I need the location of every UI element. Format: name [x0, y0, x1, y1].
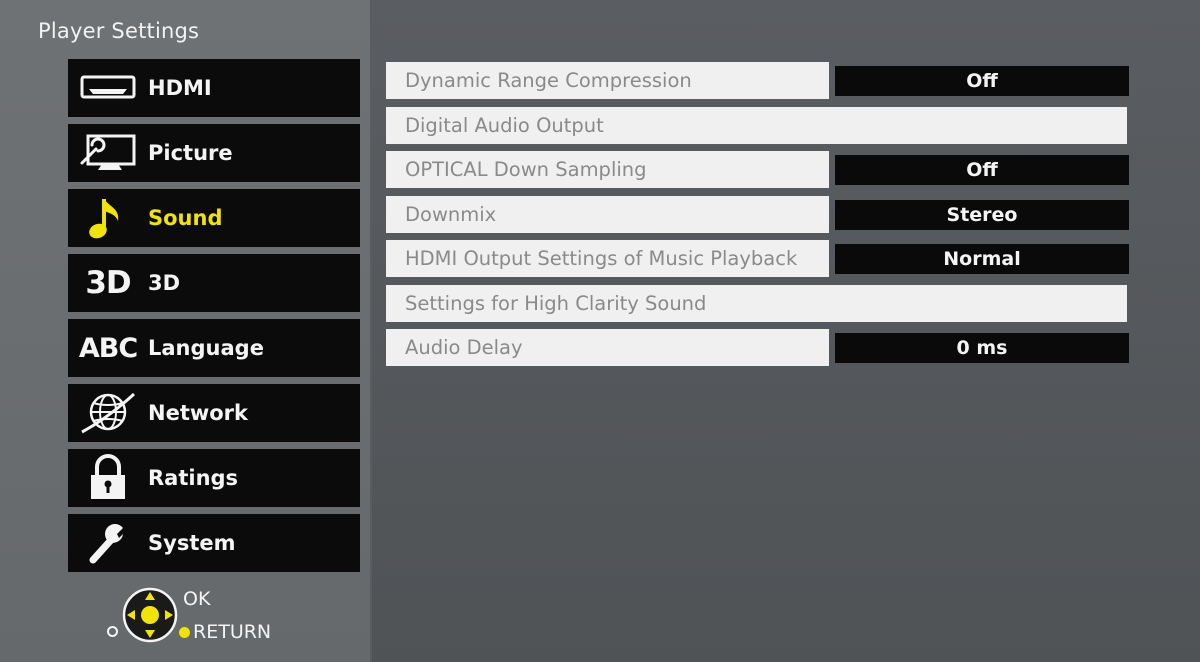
- setting-row-audio-delay[interactable]: Audio Delay 0 ms: [386, 329, 1131, 366]
- ok-hint-label: OK: [183, 588, 211, 610]
- setting-value[interactable]: Stereo: [835, 199, 1129, 230]
- setting-name: Audio Delay: [386, 329, 829, 366]
- language-icon: ABC: [78, 332, 138, 364]
- dpad-icon: [122, 587, 178, 643]
- menu-item-system[interactable]: System: [68, 514, 360, 572]
- setting-row-hdmi-output-music[interactable]: HDMI Output Settings of Music Playback N…: [386, 240, 1131, 277]
- settings-menu: HDMI Picture Sound 3D 3D ABC Language Ne…: [68, 59, 360, 579]
- music-note-icon: [68, 189, 148, 247]
- setting-row-high-clarity-sound[interactable]: Settings for High Clarity Sound: [386, 284, 1131, 322]
- setting-row-digital-audio-output[interactable]: Digital Audio Output: [386, 106, 1131, 144]
- menu-item-picture[interactable]: Picture: [68, 124, 360, 182]
- setting-row-dynamic-range-compression[interactable]: Dynamic Range Compression Off: [386, 62, 1131, 99]
- menu-item-label: System: [148, 531, 236, 555]
- setting-name: Digital Audio Output: [386, 106, 1127, 144]
- setting-value[interactable]: 0 ms: [835, 333, 1129, 363]
- setting-row-downmix[interactable]: Downmix Stereo: [386, 195, 1131, 233]
- picture-icon: [68, 124, 148, 182]
- setting-name: HDMI Output Settings of Music Playback: [386, 240, 829, 277]
- setting-name: OPTICAL Down Sampling: [386, 151, 829, 188]
- lock-icon: [68, 449, 148, 507]
- menu-item-label: HDMI: [148, 76, 212, 100]
- return-button-icon: [179, 627, 190, 638]
- menu-item-hdmi[interactable]: HDMI: [68, 59, 360, 117]
- page-title: Player Settings: [38, 19, 200, 43]
- menu-item-ratings[interactable]: Ratings: [68, 449, 360, 507]
- setting-value[interactable]: Off: [835, 66, 1129, 96]
- setting-name: Dynamic Range Compression: [386, 62, 829, 99]
- menu-item-label: Network: [148, 401, 249, 425]
- menu-item-sound[interactable]: Sound: [68, 189, 360, 247]
- menu-item-label: Sound: [148, 206, 223, 230]
- 3d-icon: 3D: [85, 265, 131, 301]
- menu-item-label: Picture: [148, 141, 233, 165]
- setting-row-optical-down-sampling[interactable]: OPTICAL Down Sampling Off: [386, 151, 1131, 188]
- menu-item-label: Ratings: [148, 466, 239, 490]
- hdmi-icon: [68, 59, 148, 117]
- wrench-icon: [68, 514, 148, 572]
- menu-item-label: 3D: [148, 271, 181, 295]
- navigation-hint: OK RETURN: [105, 584, 305, 654]
- menu-item-label: Language: [148, 336, 264, 360]
- setting-name: Downmix: [386, 195, 829, 233]
- setting-value[interactable]: Normal: [835, 244, 1129, 274]
- menu-item-3d[interactable]: 3D 3D: [68, 254, 360, 312]
- globe-icon: [68, 384, 148, 442]
- setting-value[interactable]: Off: [835, 155, 1129, 185]
- return-hint-label: RETURN: [193, 621, 272, 643]
- menu-item-language[interactable]: ABC Language: [68, 319, 360, 377]
- menu-item-network[interactable]: Network: [68, 384, 360, 442]
- circle-button-icon: [107, 626, 118, 637]
- setting-name: Settings for High Clarity Sound: [386, 284, 1127, 322]
- settings-list: Dynamic Range Compression Off Digital Au…: [386, 62, 1131, 374]
